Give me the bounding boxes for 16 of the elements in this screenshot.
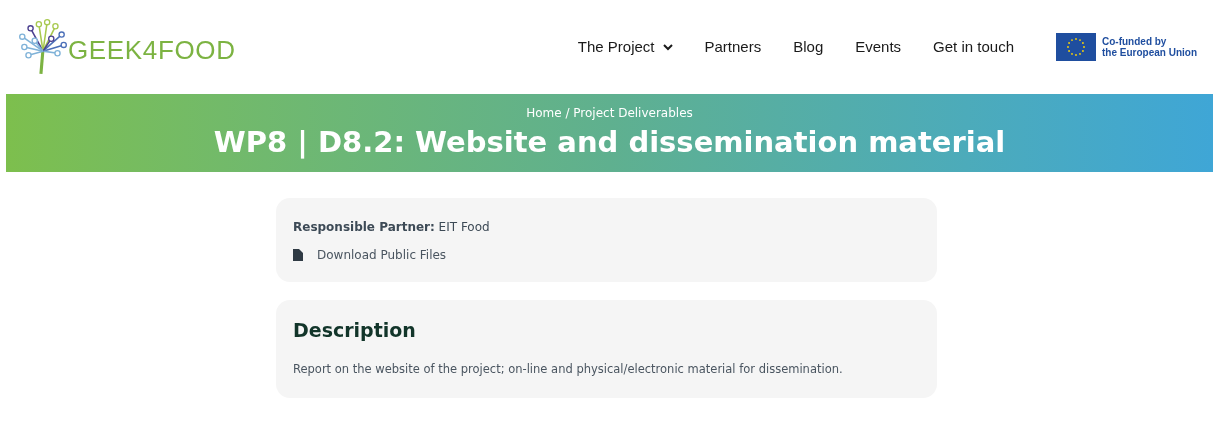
responsible-partner-text: Responsible Partner: EIT Food [293, 219, 491, 236]
page-title: WP8 | D8.2: Website and dissemination material [213, 124, 1006, 161]
nav-link[interactable]: Events [855, 35, 902, 59]
eu-funding-text: the European Union [1102, 47, 1197, 58]
breadcrumb: Home / Project Deliverables [526, 105, 693, 122]
eu-funding-text: Co-funded by [1102, 36, 1168, 47]
eu-flag-icon [1056, 33, 1096, 61]
description-heading: Description [293, 318, 417, 343]
download-link[interactable]: Download Public Files [293, 246, 920, 264]
pdf-file-icon [293, 249, 303, 261]
nav-link[interactable]: Partners [704, 35, 762, 59]
description-text: Report on the website of the project; on-line and physical/electronic material for dissemination. [293, 360, 844, 378]
nav-dropdown[interactable]: The Project [577, 35, 673, 59]
nav-link[interactable]: Blog [793, 35, 824, 59]
chevron-down-icon [662, 43, 673, 51]
nav-link[interactable]: Get in touch [933, 35, 1014, 59]
